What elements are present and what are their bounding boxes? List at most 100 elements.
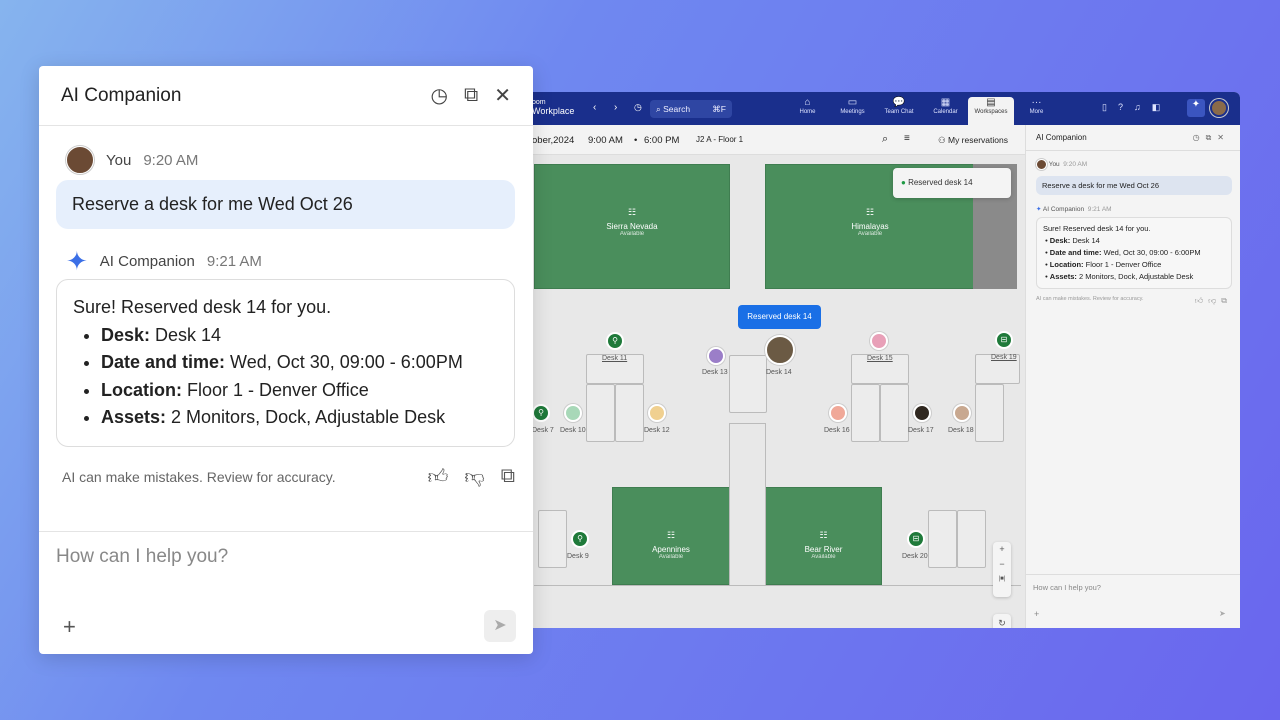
nav-team-chat[interactable]: 💬 Team Chat	[875, 97, 923, 125]
floor-selector[interactable]: J2 A - Floor 1	[696, 135, 743, 144]
reset-view-button[interactable]: ↻	[993, 614, 1011, 628]
calendar-icon: ▦	[940, 97, 951, 108]
desk-9-available[interactable]: ⚲	[571, 530, 589, 548]
desk-19-available[interactable]: ⊟	[995, 331, 1013, 349]
thumbs-down-icon[interactable]: 👎︎	[1208, 296, 1221, 305]
reservation-toolbar: ober,2024 9:00 AM • 6:00 PM J2 A - Floor…	[530, 125, 1025, 155]
check-icon: ●	[901, 178, 906, 187]
desk-7-available[interactable]: ⚲	[532, 404, 550, 422]
nav-workspaces[interactable]: ▤ Workspaces	[968, 97, 1014, 125]
popout-icon[interactable]: ⧉	[464, 84, 478, 107]
fit-button[interactable]: |■|	[993, 572, 1011, 587]
desk-label: Desk 17	[908, 427, 934, 434]
home-icon: ⌂	[804, 97, 811, 108]
chat-input[interactable]: How can I help you? + ➤	[39, 531, 533, 654]
history-icon[interactable]: ◷	[431, 83, 448, 108]
panel-header: AI Companion ◷ ⧉ ✕	[39, 66, 533, 126]
user-message: Reserve a desk for me Wed Oct 26	[56, 180, 515, 229]
chat-icon: 💬	[892, 97, 906, 108]
desk-label: Desk 7	[532, 427, 554, 434]
user-avatar[interactable]	[1210, 99, 1228, 117]
filter-icon[interactable]: ≡	[904, 133, 910, 144]
help-icon[interactable]: ?	[1118, 102, 1123, 113]
desk-label: Desk 11	[602, 355, 628, 362]
timestamp: 9:20 AM	[143, 151, 199, 169]
desk-block	[729, 355, 767, 413]
desk-label: Desk 16	[824, 427, 850, 434]
desk-label: Desk 18	[948, 427, 974, 434]
desk-block	[880, 384, 909, 442]
ai-sparkle-icon: ✦	[1036, 206, 1042, 213]
plus-icon[interactable]: +	[1034, 609, 1039, 619]
brand-logo: oom Workplace	[532, 99, 575, 116]
ai-reply: Sure! Reserved desk 14 for you. • Desk: …	[1036, 217, 1232, 289]
more-icon: ···	[1031, 97, 1042, 108]
top-bar: oom Workplace ‹ › ◷ ⌕ Search ⌘F ⌂ Home ▭ Mee…	[530, 92, 1240, 125]
ai-reply: Sure! Reserved desk 14 for you. Desk: De…	[56, 279, 515, 447]
desk-12-occupant[interactable]	[648, 404, 666, 422]
reply-item: Assets: 2 Monitors, Dock, Adjustable Des…	[101, 404, 498, 432]
thumbs-down-icon[interactable]: 👎︎	[464, 465, 484, 489]
ai-companion-icon[interactable]: ✦	[1187, 99, 1205, 117]
back-icon[interactable]: ‹	[593, 102, 596, 113]
close-icon[interactable]: ✕	[494, 83, 511, 108]
device-icon[interactable]: ▯	[1102, 102, 1107, 113]
desk-15-occupant[interactable]	[870, 332, 888, 350]
copy-icon[interactable]: ⧉	[501, 465, 515, 489]
room-apennines[interactable]: ☷ Apennines Available	[612, 487, 730, 585]
date-selector[interactable]: ober,2024	[532, 135, 574, 146]
user-message: Reserve a desk for me Wed Oct 26	[1036, 176, 1232, 195]
send-icon[interactable]: ➤	[1219, 609, 1226, 618]
ai-sparkle-icon: ✦	[66, 246, 88, 276]
desk-label: Desk 13	[702, 369, 728, 376]
zoom-out-button[interactable]: −	[993, 557, 1011, 572]
forward-icon[interactable]: ›	[614, 102, 617, 113]
my-reservations-button[interactable]: ⚇ My reservations	[938, 135, 1008, 146]
desk-20-available[interactable]: ⊟	[907, 530, 925, 548]
desk-10-occupant[interactable]	[564, 404, 582, 422]
plus-icon[interactable]: +	[63, 614, 76, 640]
floor-map[interactable]: ☷ Sierra Nevada Available ☷ Himalayas Availa…	[530, 155, 1025, 628]
desk-11-available[interactable]: ⚲	[606, 332, 624, 350]
ai-companion-panel: AI Companion ◷ ⧉ ✕ You 9:20 AM Reserve a …	[39, 66, 533, 654]
sidebar-chat-input[interactable]: How can I help you? + ➤	[1026, 574, 1240, 628]
end-time[interactable]: 6:00 PM	[644, 135, 679, 146]
copy-icon[interactable]: ⧉	[1221, 296, 1232, 305]
nav-home[interactable]: ⌂ Home	[785, 97, 830, 125]
nav-calendar[interactable]: ▦ Calendar	[923, 97, 968, 125]
desk-block	[975, 384, 1004, 442]
history-icon[interactable]: ◷	[1193, 133, 1206, 142]
history-icon[interactable]: ◷	[634, 102, 642, 113]
desk-block	[538, 510, 567, 568]
desk-block	[957, 510, 986, 568]
nav-meetings[interactable]: ▭ Meetings	[830, 97, 875, 125]
search-input[interactable]: ⌕ Search ⌘F	[650, 100, 732, 118]
popout-icon[interactable]: ⧉	[1206, 133, 1218, 142]
room-sierra-nevada[interactable]: ☷ Sierra Nevada Available	[534, 164, 730, 289]
wall-line	[534, 585, 1021, 586]
desk-block	[615, 384, 644, 442]
desk-18-occupant[interactable]	[953, 404, 971, 422]
room-bear-river[interactable]: ☷ Bear River Available	[765, 487, 882, 585]
desk-17-occupant[interactable]	[913, 404, 931, 422]
zoom-in-button[interactable]: +	[993, 542, 1011, 557]
zoom-workplace-window: oom Workplace ‹ › ◷ ⌕ Search ⌘F ⌂ Home ▭ Mee…	[530, 92, 1240, 628]
desk-16-occupant[interactable]	[829, 404, 847, 422]
workspaces-icon: ▤	[986, 97, 996, 108]
bell-icon[interactable]: ♫	[1134, 102, 1141, 113]
thumbs-up-icon[interactable]: 👍︎	[428, 465, 449, 489]
send-icon[interactable]: ➤	[484, 610, 516, 642]
desk-13-occupant[interactable]	[707, 347, 725, 365]
panel-icon[interactable]: ◧	[1152, 102, 1161, 113]
desk-label: Desk 9	[567, 553, 589, 560]
hallway	[729, 423, 766, 585]
nav-more[interactable]: ··· More	[1014, 97, 1059, 125]
thumbs-up-icon[interactable]: 👍︎	[1195, 296, 1208, 305]
start-time[interactable]: 9:00 AM	[588, 135, 623, 146]
user-avatar	[1036, 159, 1047, 170]
search-icon[interactable]: ⌕	[882, 133, 888, 146]
desk-14-you[interactable]	[765, 335, 795, 365]
reserved-tooltip: Reserved desk 14	[738, 305, 821, 329]
close-icon[interactable]: ✕	[1217, 133, 1230, 142]
reply-item: Location: Floor 1 - Denver Office	[101, 377, 498, 405]
